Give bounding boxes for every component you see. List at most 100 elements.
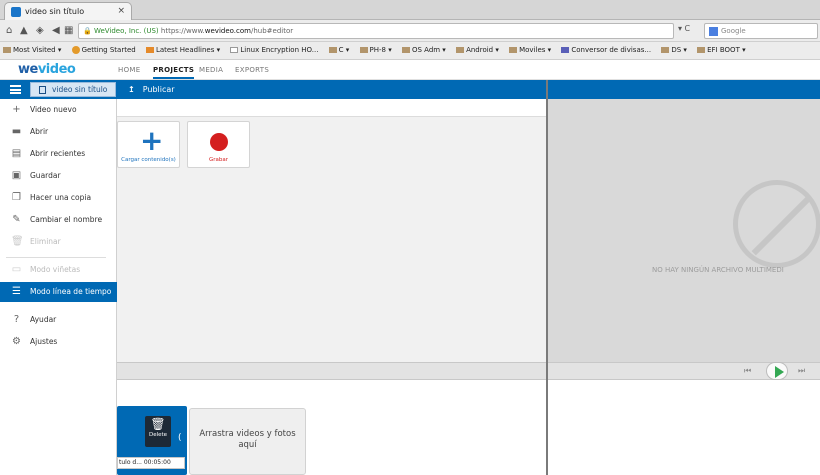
clip-title-duration: tulo d... 00:05:00: [117, 457, 185, 469]
media-library-area: [117, 116, 546, 362]
dropzone-text: Arrastra videos y fotos aquí: [199, 429, 296, 450]
editor-toolbar: ↥ Publicar: [0, 80, 820, 99]
url-path: /hub#editor: [250, 27, 294, 35]
page-info-icon[interactable]: ▦: [64, 23, 73, 39]
publish-label: Publicar: [142, 85, 175, 94]
url-bar[interactable]: 🔒 WeVideo, Inc. (US) https://www.wevideo…: [78, 23, 674, 39]
app-nav: wevideo HOME PROJECTS MEDIA EXPORTS: [0, 60, 820, 80]
shield-icon[interactable]: ◈: [36, 23, 44, 39]
nav-exports[interactable]: EXPORTS: [235, 66, 269, 74]
upload-content-button[interactable]: + Cargar contenido(s): [117, 121, 180, 168]
bookmark-android[interactable]: Android ▾: [456, 42, 499, 59]
help-icon: ?: [13, 314, 20, 325]
folder-icon: [3, 47, 11, 53]
folder-icon: [697, 47, 706, 53]
wevideo-logo[interactable]: wevideo: [18, 62, 76, 77]
storyboard-icon: ▭: [11, 264, 22, 275]
editor-menu-sidebar: video sin título + Video nuevo ▬ Abrir ▤ Ab…: [0, 80, 117, 475]
bookmark-ph8[interactable]: PH-8 ▾: [359, 42, 392, 59]
menu-storyboard-mode: ▭ Modo viñetas: [11, 264, 81, 275]
menu-make-copy[interactable]: ❐ Hacer una copia: [0, 188, 117, 208]
folder-icon: [328, 47, 337, 53]
plus-icon: +: [12, 104, 21, 115]
back-arrow-icon[interactable]: ◀: [52, 23, 60, 39]
delete-label: Delete: [148, 432, 168, 438]
menu-help[interactable]: ? Ayudar: [0, 310, 117, 330]
url-prefix: https://www.: [160, 27, 205, 35]
gear-icon: ⚙: [12, 336, 21, 347]
bookmarks-bar: Most Visited ▾ Getting Started Latest He…: [0, 42, 820, 60]
google-icon: [709, 26, 718, 36]
bookmark-os-adm[interactable]: OS Adm ▾: [401, 42, 446, 59]
folder-icon: ▬: [11, 126, 22, 137]
save-icon: ▣: [11, 170, 22, 181]
record-button[interactable]: Grabar: [187, 121, 250, 168]
reload-button[interactable]: ▾ C: [678, 24, 690, 33]
firefox-icon: [71, 46, 80, 54]
no-media-message: NO HAY NINGÚN ARCHIVO MULTIMEDI: [652, 266, 784, 274]
play-icon: [775, 366, 784, 378]
search-input[interactable]: Google: [704, 23, 818, 39]
bookmark-conversor[interactable]: Conversor de divisas...: [561, 42, 651, 59]
delete-button[interactable]: 🗑 Delete: [145, 416, 171, 447]
site-identity: WeVideo, Inc. (US): [93, 27, 159, 35]
skip-back-icon[interactable]: ⏮: [744, 364, 751, 378]
page-icon: [230, 47, 239, 53]
nav-home[interactable]: HOME: [118, 66, 140, 74]
browser-tab-bar: video sin título ×: [0, 0, 820, 20]
panel-divider[interactable]: [546, 80, 548, 475]
play-button[interactable]: [766, 362, 788, 380]
trash-icon: 🗑: [11, 236, 24, 247]
record-label: Grabar: [208, 157, 229, 163]
url-domain: wevideo.com: [204, 27, 251, 35]
menu-save[interactable]: ▣ Guardar: [0, 166, 117, 186]
bookmark-most-visited[interactable]: Most Visited ▾: [3, 42, 61, 59]
bookmark-getting-started[interactable]: Getting Started: [71, 42, 136, 59]
lock-icon: 🔒: [83, 27, 92, 35]
nav-media[interactable]: MEDIA: [199, 66, 223, 74]
bookmark-linux-encryption[interactable]: Linux Encryption HO...: [230, 42, 318, 59]
browser-nav-bar: ⌂ ▲ ◈ ◀ ▦ 🔒 WeVideo, Inc. (US) https://w…: [0, 20, 820, 42]
home-icon[interactable]: ⌂: [6, 23, 12, 39]
folder-icon: [509, 47, 518, 53]
record-icon: [210, 133, 228, 151]
menu-delete: 🗑 Eliminar: [11, 236, 61, 247]
folder-icon: [401, 47, 410, 53]
hamburger-menu-icon[interactable]: [10, 85, 21, 94]
project-title-field[interactable]: video sin título: [30, 82, 116, 97]
browser-tab[interactable]: video sin título ×: [4, 2, 132, 20]
bookmark-latest-headlines[interactable]: Latest Headlines ▾: [145, 42, 220, 59]
skip-forward-icon[interactable]: ⏭: [798, 364, 805, 378]
upload-content-label: Cargar contenido(s): [121, 157, 176, 163]
nav-projects[interactable]: PROJECTS: [153, 66, 195, 79]
xe-icon: [561, 47, 570, 53]
menu-settings[interactable]: ⚙ Ajustes: [0, 332, 117, 352]
search-placeholder: Google: [721, 27, 746, 35]
plus-icon: +: [140, 124, 164, 157]
menu-new-video[interactable]: + Video nuevo: [0, 100, 117, 120]
bookmark-ds[interactable]: DS ▾: [661, 42, 687, 59]
menu-rename[interactable]: ✎ Cambiar el nombre: [0, 210, 117, 230]
browser-tab-title: video sin título: [25, 7, 85, 16]
menu-open-recent[interactable]: ▤ Abrir recientes: [0, 144, 117, 164]
close-tab-icon[interactable]: ×: [117, 3, 125, 20]
folder-recent-icon: ▤: [11, 148, 22, 159]
folder-icon: [456, 47, 465, 53]
upload-icon: ↥: [128, 85, 135, 94]
menu-timeline-mode[interactable]: ☰ Modo línea de tiempo: [0, 282, 117, 302]
project-title: video sin título: [52, 85, 108, 94]
no-media-icon: [733, 180, 820, 268]
bookmark-efi-boot[interactable]: EFI BOOT ▾: [697, 42, 746, 59]
folder-icon: [359, 47, 368, 53]
menu-open[interactable]: ▬ Abrir: [0, 122, 117, 142]
pocket-icon[interactable]: ▲: [20, 23, 28, 39]
publish-button[interactable]: ↥ Publicar: [128, 82, 175, 97]
clip-handle[interactable]: (: [178, 433, 182, 443]
menu-divider: [6, 257, 106, 258]
bookmark-moviles[interactable]: Moviles ▾: [509, 42, 551, 59]
bookmark-c[interactable]: C ▾: [328, 42, 349, 59]
film-icon: [39, 86, 46, 94]
timeline-dropzone[interactable]: Arrastra videos y fotos aquí: [189, 408, 306, 475]
trash-icon: 🗑: [150, 417, 166, 431]
copy-icon: ❐: [12, 192, 21, 203]
